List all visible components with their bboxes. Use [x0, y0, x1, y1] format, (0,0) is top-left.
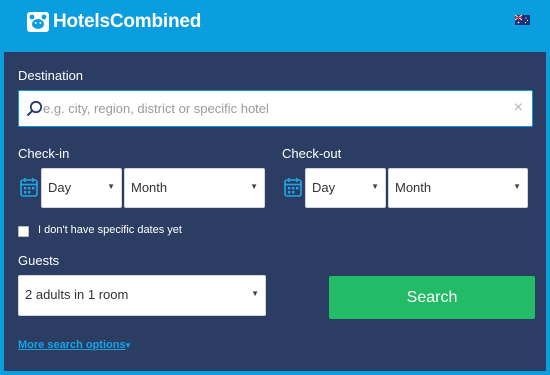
site-header: HotelsCombined: [0, 0, 550, 52]
no-dates-checkbox[interactable]: [18, 226, 29, 237]
chevron-down-icon: ▼: [513, 182, 521, 191]
guests-select[interactable]: 2 adults in 1 room ▼: [18, 275, 266, 316]
more-search-options-link[interactable]: More search options: [18, 339, 126, 351]
chevron-down-icon: ▼: [107, 182, 115, 191]
chevron-down-icon: ▼: [371, 182, 379, 191]
caret-down-icon[interactable]: ▼: [124, 341, 132, 350]
checkout-day-value: Day: [312, 180, 336, 195]
checkout-calendar-icon[interactable]: [284, 177, 302, 197]
chevron-down-icon: ▼: [251, 289, 259, 298]
checkout-label: Check-out: [282, 146, 342, 161]
search-panel: Destination × Check-in Day ▼ Month ▼ Che…: [4, 52, 546, 371]
checkin-day-select[interactable]: Day ▼: [41, 168, 122, 208]
guests-label: Guests: [18, 253, 60, 268]
brand-name: HotelsCombined: [53, 11, 202, 32]
chevron-down-icon: ▼: [250, 182, 258, 191]
checkout-day-select[interactable]: Day ▼: [305, 168, 386, 208]
brand-logo[interactable]: HotelsCombined: [27, 11, 201, 33]
checkout-month-value: Month: [395, 180, 432, 195]
checkin-month-select[interactable]: Month ▼: [124, 168, 265, 208]
search-button[interactable]: Search: [329, 276, 535, 319]
checkin-month-value: Month: [131, 180, 168, 195]
destination-label: Destination: [18, 68, 84, 83]
magnifier-icon: [26, 100, 43, 117]
destination-field[interactable]: ×: [18, 90, 533, 127]
checkout-month-select[interactable]: Month ▼: [388, 168, 528, 208]
bear-logo-icon: [27, 12, 49, 32]
checkin-label: Check-in: [18, 146, 70, 161]
destination-input[interactable]: [43, 91, 503, 126]
clear-icon[interactable]: ×: [514, 99, 523, 117]
checkin-day-value: Day: [48, 180, 72, 195]
guests-value: 2 adults in 1 room: [25, 287, 129, 302]
checkin-calendar-icon[interactable]: [20, 177, 38, 197]
no-dates-label[interactable]: I don't have specific dates yet: [38, 224, 182, 236]
australia-flag-icon[interactable]: [515, 15, 530, 25]
